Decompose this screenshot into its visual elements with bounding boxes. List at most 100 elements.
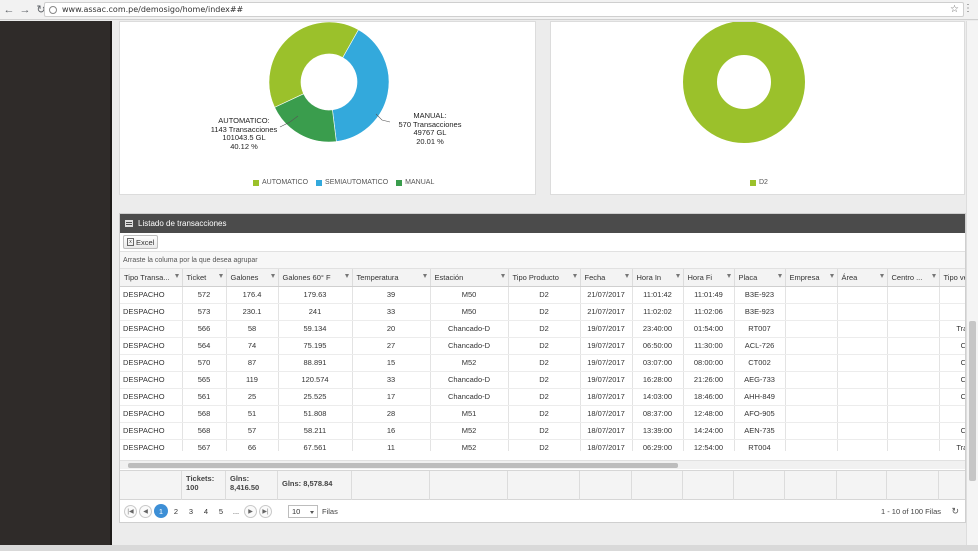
legend-swatch (396, 179, 403, 186)
bookmark-star-icon[interactable]: ☆ (950, 4, 959, 15)
forward-icon[interactable]: → (18, 2, 32, 18)
table-cell (887, 303, 940, 321)
label-manual-line: 20.01 % (416, 136, 444, 146)
legend-item-d2[interactable]: D2 (750, 179, 768, 186)
table-cell (887, 286, 940, 304)
page-number-button[interactable]: 4 (199, 504, 213, 518)
page-size-value: 10 (292, 506, 301, 516)
table-cell: 33 (352, 303, 431, 321)
column-header[interactable]: Galones 60° F (278, 269, 353, 287)
back-icon[interactable]: ← (2, 2, 16, 18)
browser-menu-icon[interactable]: ⋮ (963, 3, 973, 14)
filter-icon[interactable] (174, 274, 179, 278)
column-header[interactable]: Empresa (785, 269, 838, 287)
summary-cell (632, 471, 683, 500)
table-row[interactable]: DESPACHO 565 119 120.574 33 Chancado-D D2 19/07… (120, 371, 965, 389)
column-header[interactable]: Fecha (580, 269, 633, 287)
filter-icon[interactable] (624, 274, 629, 278)
first-page-icon[interactable]: |◀ (124, 504, 137, 518)
sidebar-border (110, 21, 112, 551)
page-scrollbar-thumb[interactable] (969, 321, 976, 481)
summary-tickets-value: 100 (186, 483, 199, 492)
table-cell: D2 (508, 388, 581, 406)
column-header[interactable]: Temperatura (352, 269, 431, 287)
address-bar[interactable]: www.assac.com.pe/demosigo/home/index## ☆ (44, 2, 964, 17)
page-number-button[interactable]: 2 (169, 504, 183, 518)
column-header[interactable]: Estación (430, 269, 509, 287)
table-row[interactable]: DESPACHO 572 176.4 179.63 39 M50 D2 21/07/2017 1… (120, 286, 965, 304)
page-number-button[interactable]: 5 (214, 504, 228, 518)
filter-icon[interactable] (572, 274, 577, 278)
table-cell: 17 (352, 388, 431, 406)
pie-slice-automatico[interactable] (268, 22, 359, 108)
table-row[interactable]: DESPACHO 568 51 51.808 28 M51 D2 18/07/2017 08:3… (120, 405, 965, 423)
legend-item-semiautomatico[interactable]: SEMIAUTOMATICO (316, 179, 388, 186)
info-icon[interactable] (49, 5, 57, 14)
legend-item-manual[interactable]: MANUAL (396, 179, 434, 186)
table-cell: 13:39:00 (632, 422, 684, 440)
grid-horizontal-scrollbar[interactable] (120, 460, 965, 469)
table-cell: 19/07/2017 (580, 320, 633, 338)
filter-icon[interactable] (270, 274, 275, 278)
column-header[interactable]: Tipo vehí (939, 269, 965, 287)
table-cell (837, 422, 888, 440)
page-number-button[interactable]: 3 (184, 504, 198, 518)
page-ellipsis-button[interactable]: ... (229, 504, 243, 518)
table-row[interactable]: DESPACHO 564 74 75.195 27 Chancado-D D2 19/07/2… (120, 337, 965, 355)
column-header[interactable]: Galones (226, 269, 279, 287)
filter-icon[interactable] (931, 274, 936, 278)
table-cell: AEG-733 (734, 371, 786, 389)
table-cell: 572 (182, 286, 227, 304)
table-cell: DESPACHO (120, 303, 183, 321)
prev-page-icon[interactable]: ◀ (139, 504, 152, 518)
table-row[interactable]: DESPACHO 568 57 58.211 16 M52 D2 18/07/2017 13:3… (120, 422, 965, 440)
table-cell: FURG (939, 405, 965, 423)
filter-icon[interactable] (218, 274, 223, 278)
table-cell: 08:37:00 (632, 405, 684, 423)
page-size-select[interactable]: 10 (288, 504, 318, 518)
table-body: DESPACHO 572 176.4 179.63 39 M50 D2 21/07/2017 1… (120, 286, 965, 451)
filter-icon[interactable] (344, 274, 349, 278)
table-row[interactable]: DESPACHO 561 25 25.525 17 Chancado-D D2 18/07/2… (120, 388, 965, 406)
pie-slice-d2[interactable] (683, 22, 805, 143)
legend-swatch (316, 179, 323, 186)
group-drop-area[interactable]: Arraste la columa por la que desea agrup… (120, 252, 965, 269)
column-header[interactable]: Ticket (182, 269, 227, 287)
table-cell: 16:28:00 (632, 371, 684, 389)
column-header[interactable]: Centro ... (887, 269, 940, 287)
table-cell: DESPACHO (120, 337, 183, 355)
table-cell (837, 337, 888, 355)
summary-cell (120, 471, 182, 500)
filter-icon[interactable] (879, 274, 884, 278)
table-row[interactable]: DESPACHO 567 66 67.561 11 M52 D2 18/07/2017 06:2… (120, 439, 965, 451)
table-row[interactable]: DESPACHO 566 58 59.134 20 Chancado-D D2 19/07/2… (120, 320, 965, 338)
table-row[interactable]: DESPACHO 573 230.1 241 33 M50 D2 21/07/2017 11:0… (120, 303, 965, 321)
column-header[interactable]: Tipo Transa... (120, 269, 183, 287)
filter-icon[interactable] (829, 274, 834, 278)
refresh-icon[interactable]: ↻ (951, 506, 959, 517)
column-header[interactable]: Hora Fi (683, 269, 735, 287)
filter-icon[interactable] (675, 274, 680, 278)
browser-toolbar: ← → ↻ www.assac.com.pe/demosigo/home/ind… (0, 0, 978, 20)
excel-icon: x (127, 238, 134, 246)
grid-scrollbar-thumb[interactable] (128, 463, 678, 468)
table-cell (837, 439, 888, 451)
last-page-icon[interactable]: ▶| (259, 504, 272, 518)
table-cell: 06:29:00 (632, 439, 684, 451)
filter-icon[interactable] (726, 274, 731, 278)
next-page-icon[interactable]: ▶ (244, 504, 257, 518)
filter-icon[interactable] (500, 274, 505, 278)
column-header[interactable]: Área (837, 269, 888, 287)
column-header[interactable]: Hora In (632, 269, 684, 287)
column-header[interactable]: Tipo Producto (508, 269, 581, 287)
page-scrollbar[interactable] (966, 21, 978, 545)
legend-item-automatico[interactable]: AUTOMATICO (253, 179, 308, 186)
filter-icon[interactable] (422, 274, 427, 278)
table-cell: 120.574 (278, 371, 353, 389)
table-cell: Chancado-D (430, 337, 509, 355)
table-row[interactable]: DESPACHO 570 87 88.891 15 M52 D2 19/07/2017 03:0… (120, 354, 965, 372)
excel-export-button[interactable]: x Excel (123, 235, 159, 249)
page-number-button[interactable]: 1 (154, 504, 168, 518)
column-header[interactable]: Placa (734, 269, 786, 287)
filter-icon[interactable] (777, 274, 782, 278)
